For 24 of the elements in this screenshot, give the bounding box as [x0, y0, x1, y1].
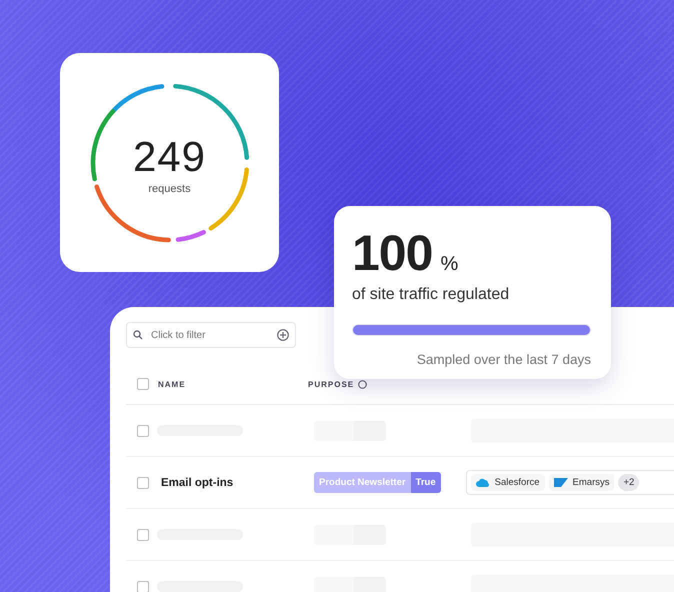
request-count: 249	[132, 133, 206, 181]
integration-chip: Salesforce	[470, 474, 545, 491]
more-count: +2	[618, 474, 640, 491]
search-icon	[133, 330, 143, 340]
traffic-caption: of site traffic regulated	[352, 286, 510, 304]
sample-note: Sampled over the last 7 days	[416, 352, 591, 367]
flag-icon	[554, 478, 568, 487]
checkbox[interactable]	[137, 424, 149, 436]
integration-chip: Emarsys	[548, 474, 614, 491]
checkbox[interactable]	[137, 528, 149, 540]
filter-field[interactable]: Click to filter	[126, 322, 296, 348]
unit-label: %	[440, 253, 458, 276]
column-header: NAME	[158, 380, 186, 388]
count-label: requests	[148, 183, 191, 195]
info-icon	[358, 380, 368, 388]
checkbox[interactable]	[137, 580, 149, 592]
cloud-icon	[476, 478, 490, 488]
add-icon[interactable]	[277, 329, 289, 341]
row-name: Email opt-ins	[161, 476, 234, 488]
column-header: PURPOSE	[308, 380, 354, 388]
integrations-field[interactable]: Salesforce Emarsys +2	[466, 470, 674, 495]
traffic-value: 100	[352, 224, 432, 282]
checkbox[interactable]	[137, 378, 149, 390]
checkbox[interactable]	[137, 476, 149, 488]
